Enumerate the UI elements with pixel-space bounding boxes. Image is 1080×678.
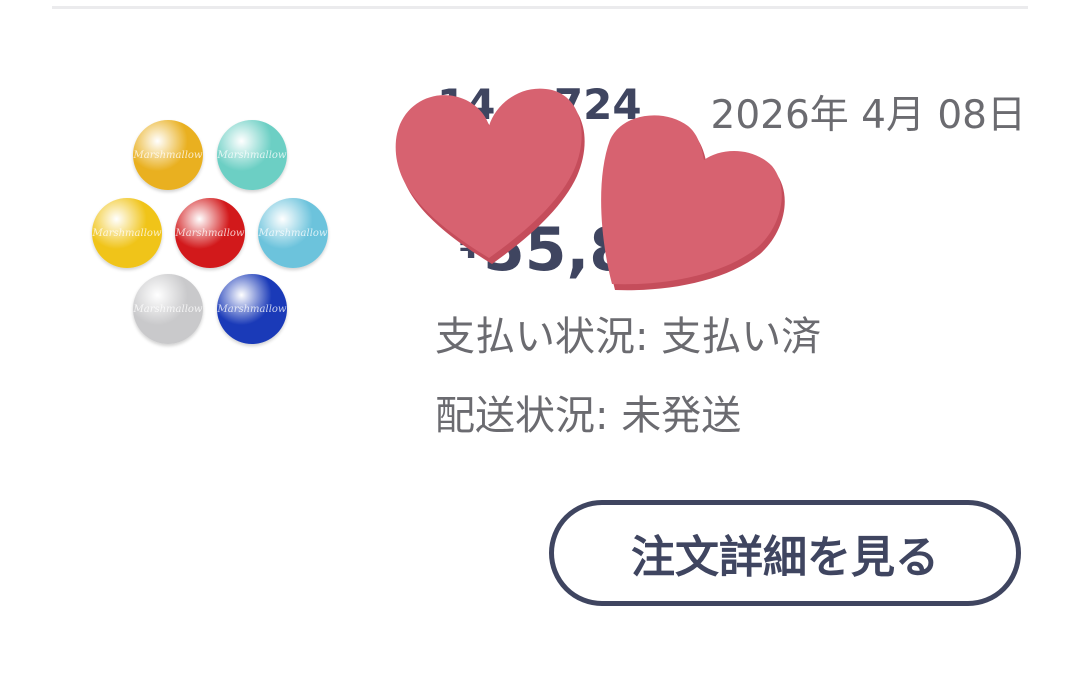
ball-red-icon: Marshmallow — [175, 198, 245, 268]
divider — [52, 6, 1028, 9]
ball-blue-icon: Marshmallow — [217, 274, 287, 344]
shipping-status: 配送状況: 未発送 — [435, 393, 742, 439]
view-order-details-button[interactable]: 注文詳細を見る — [549, 500, 1021, 606]
ball-yellow-icon: Marshmallow — [92, 198, 162, 268]
ball-silver-icon: Marshmallow — [133, 274, 203, 344]
payment-status: 支払い状況: 支払い済 — [435, 314, 822, 360]
order-card: Marshmallow Marshmallow Marshmallow Mars… — [0, 0, 1080, 678]
heart-sticker-icon — [395, 88, 585, 265]
ball-light-blue-icon: Marshmallow — [258, 198, 328, 268]
ball-yellow-orange-icon: Marshmallow — [133, 120, 203, 190]
product-thumbnail[interactable]: Marshmallow Marshmallow Marshmallow Mars… — [86, 110, 336, 355]
ball-teal-icon: Marshmallow — [217, 120, 287, 190]
heart-sticker-icon — [601, 115, 785, 291]
